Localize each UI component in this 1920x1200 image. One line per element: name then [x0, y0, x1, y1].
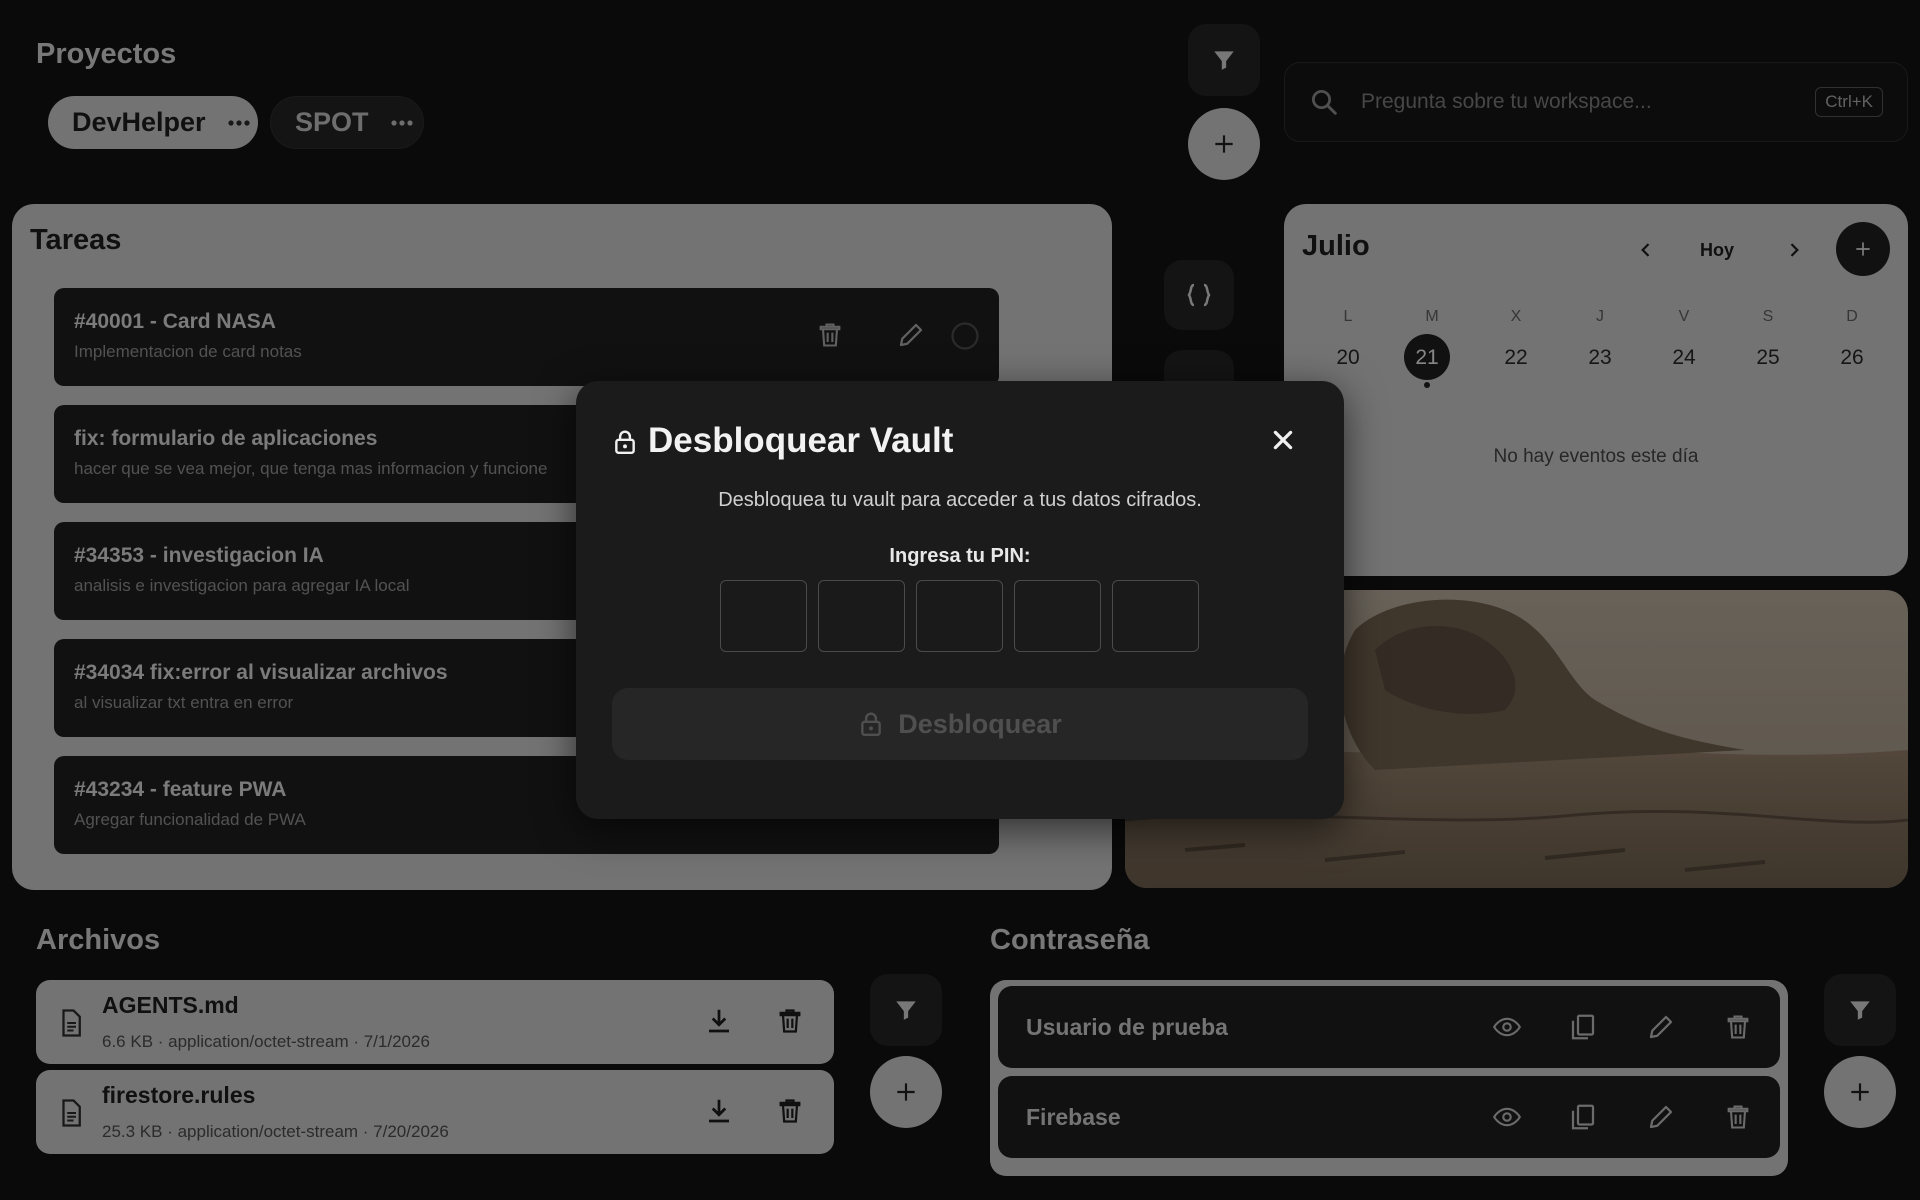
lock-icon: [612, 427, 638, 457]
pin-digit-2[interactable]: [818, 580, 905, 652]
pin-label: Ingresa tu PIN:: [889, 545, 1031, 567]
pin-digit-5[interactable]: [1112, 580, 1199, 652]
modal-title: Desbloquear Vault: [648, 421, 954, 460]
pin-digit-4[interactable]: [1014, 580, 1101, 652]
unlock-button[interactable]: Desbloquear: [612, 688, 1308, 760]
unlock-button-label: Desbloquear: [898, 708, 1062, 739]
pin-digit-1[interactable]: [720, 580, 807, 652]
pin-digit-3[interactable]: [916, 580, 1003, 652]
lock-icon: [858, 709, 884, 739]
unlock-vault-modal: Desbloquear Vault Desbloquea tu vault pa…: [576, 381, 1344, 819]
close-icon[interactable]: [1270, 427, 1296, 453]
modal-subtitle: Desbloquea tu vault para acceder a tus d…: [718, 489, 1202, 511]
